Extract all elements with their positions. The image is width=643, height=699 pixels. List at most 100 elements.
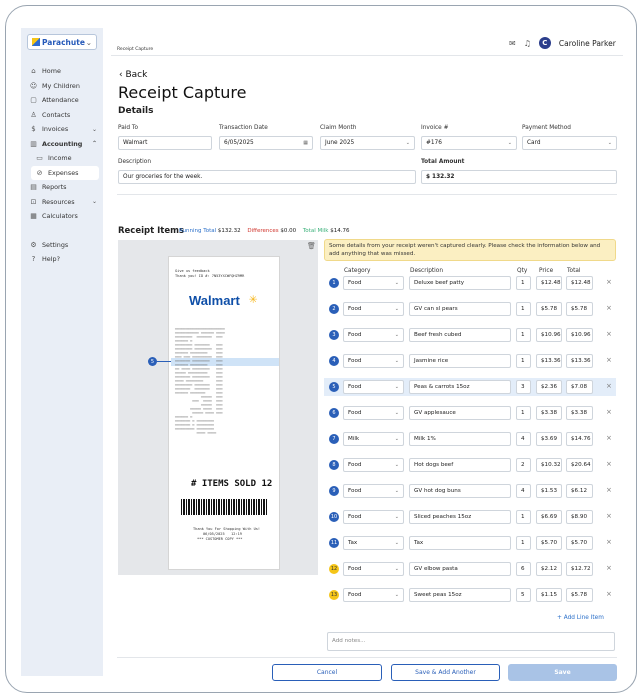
close-icon[interactable]: × — [606, 564, 612, 572]
qty-input[interactable]: 1 — [516, 354, 531, 368]
price-input[interactable]: $10.32 — [536, 458, 562, 472]
price-input[interactable]: $5.70 — [536, 536, 562, 550]
description-input[interactable]: Sliced peaches 15oz — [409, 510, 511, 524]
sidebar-item-resources[interactable]: ⊡ Resources ⌄ — [21, 195, 103, 210]
category-select[interactable]: Food ⌄ — [343, 380, 404, 394]
description-input[interactable]: Sweet peas 15oz — [409, 588, 511, 602]
qty-input[interactable]: 3 — [516, 380, 531, 394]
total-amount-field[interactable]: $ 132.32 — [421, 170, 617, 184]
sidebar-item-settings[interactable]: ⚙ Settings — [21, 238, 103, 253]
price-input[interactable]: $6.69 — [536, 510, 562, 524]
qty-input[interactable]: 1 — [516, 302, 531, 316]
avatar[interactable]: C — [538, 37, 551, 49]
category-select[interactable]: Tax ⌄ — [343, 536, 404, 550]
qty-input[interactable]: 1 — [516, 510, 531, 524]
description-input[interactable]: GV elbow pasta — [409, 562, 511, 576]
qty-input[interactable]: 1 — [516, 328, 531, 342]
sidebar-item-expenses[interactable]: ⊘ Expenses — [31, 165, 99, 180]
price-input[interactable]: $1.15 — [536, 588, 562, 602]
price-input[interactable]: $13.36 — [536, 354, 562, 368]
close-icon[interactable]: × — [606, 278, 612, 286]
close-icon[interactable]: × — [606, 330, 612, 338]
category-select[interactable]: Food ⌄ — [343, 458, 404, 472]
qty-input[interactable]: 4 — [516, 484, 531, 498]
close-icon[interactable]: × — [606, 512, 612, 520]
sidebar-item-help[interactable]: ? Help? — [21, 252, 103, 267]
sidebar-item-home[interactable]: ⌂ Home — [21, 64, 103, 79]
total-input[interactable]: $3.38 — [566, 406, 593, 420]
total-input[interactable]: $7.08 — [566, 380, 593, 394]
description-input[interactable]: Milk 1% — [409, 432, 511, 446]
total-input[interactable]: $14.76 — [566, 432, 593, 446]
description-field[interactable]: Our groceries for the week. — [118, 170, 416, 184]
category-select[interactable]: Food ⌄ — [343, 406, 404, 420]
description-input[interactable]: Peas & carrots 15oz — [409, 380, 511, 394]
sidebar-item-accounting[interactable]: ▥ Accounting ⌃ — [21, 137, 103, 152]
sidebar-item-income[interactable]: ▭ Income — [21, 151, 103, 166]
qty-input[interactable]: 1 — [516, 536, 531, 550]
price-input[interactable]: $12.48 — [536, 276, 562, 290]
description-input[interactable]: Hot dogs beef — [409, 458, 511, 472]
sidebar-item-my-children[interactable]: ☺ My Children — [21, 79, 103, 94]
sidebar-item-calculators[interactable]: ▦ Calculators — [21, 209, 103, 224]
close-icon[interactable]: × — [606, 304, 612, 312]
total-input[interactable]: $13.36 — [566, 354, 593, 368]
total-input[interactable]: $8.90 — [566, 510, 593, 524]
app-logo[interactable]: Parachute ⌄ — [27, 34, 97, 50]
close-icon[interactable]: × — [606, 434, 612, 442]
category-select[interactable]: Food ⌄ — [343, 588, 404, 602]
price-input[interactable]: $3.69 — [536, 432, 562, 446]
payment-method-select[interactable]: Card ⌄ — [522, 136, 617, 150]
category-select[interactable]: Food ⌄ — [343, 354, 404, 368]
bell-icon[interactable]: ♫ — [524, 39, 531, 48]
qty-input[interactable]: 2 — [516, 458, 531, 472]
claim-month-select[interactable]: June 2025 ⌄ — [320, 136, 415, 150]
close-icon[interactable]: × — [606, 538, 612, 546]
sidebar-item-contacts[interactable]: ♙ Contacts — [21, 108, 103, 123]
add-line-item-button[interactable]: + Add Line Item — [557, 615, 604, 621]
close-icon[interactable]: × — [606, 460, 612, 468]
total-input[interactable]: $5.70 — [566, 536, 593, 550]
category-select[interactable]: Food ⌄ — [343, 562, 404, 576]
price-input[interactable]: $2.12 — [536, 562, 562, 576]
description-input[interactable]: Beef fresh cubed — [409, 328, 511, 342]
description-input[interactable]: Tax — [409, 536, 511, 550]
close-icon[interactable]: × — [606, 382, 612, 390]
notes-input[interactable]: Add notes... — [327, 632, 615, 651]
price-input[interactable]: $5.78 — [536, 302, 562, 316]
sidebar-item-reports[interactable]: ▤ Reports — [21, 180, 103, 195]
qty-input[interactable]: 6 — [516, 562, 531, 576]
sidebar-item-invoices[interactable]: $ Invoices ⌄ — [21, 122, 103, 137]
save-button[interactable]: Save — [508, 664, 617, 681]
total-input[interactable]: $5.78 — [566, 302, 593, 316]
mail-icon[interactable]: ✉ — [509, 39, 516, 48]
receipt-image[interactable]: Give us feedback Thank you! ID #: 7N53YX… — [168, 256, 280, 570]
category-select[interactable]: Milk ⌄ — [343, 432, 404, 446]
price-input[interactable]: $2.36 — [536, 380, 562, 394]
trash-icon[interactable]: 🗑 — [307, 242, 316, 250]
total-input[interactable]: $20.64 — [566, 458, 593, 472]
category-select[interactable]: Food ⌄ — [343, 302, 404, 316]
user-name[interactable]: Caroline Parker — [559, 39, 616, 48]
qty-input[interactable]: 4 — [516, 432, 531, 446]
close-icon[interactable]: × — [606, 356, 612, 364]
invoice-select[interactable]: #176 ⌄ — [421, 136, 517, 150]
total-input[interactable]: $6.12 — [566, 484, 593, 498]
category-select[interactable]: Food ⌄ — [343, 276, 404, 290]
qty-input[interactable]: 1 — [516, 276, 531, 290]
total-input[interactable]: $5.78 — [566, 588, 593, 602]
total-input[interactable]: $12.72 — [566, 562, 593, 576]
calendar-icon[interactable]: ▦ — [303, 140, 308, 146]
price-input[interactable]: $3.38 — [536, 406, 562, 420]
close-icon[interactable]: × — [606, 408, 612, 416]
close-icon[interactable]: × — [606, 590, 612, 598]
qty-input[interactable]: 5 — [516, 588, 531, 602]
save-add-another-button[interactable]: Save & Add Another — [391, 664, 500, 681]
total-input[interactable]: $12.48 — [566, 276, 593, 290]
description-input[interactable]: Deluxe beef patty — [409, 276, 511, 290]
paid-to-field[interactable]: Walmart — [118, 136, 212, 150]
qty-input[interactable]: 1 — [516, 406, 531, 420]
description-input[interactable]: GV applesauce — [409, 406, 511, 420]
receipt-marker[interactable]: 5 — [148, 357, 157, 366]
category-select[interactable]: Food ⌄ — [343, 484, 404, 498]
